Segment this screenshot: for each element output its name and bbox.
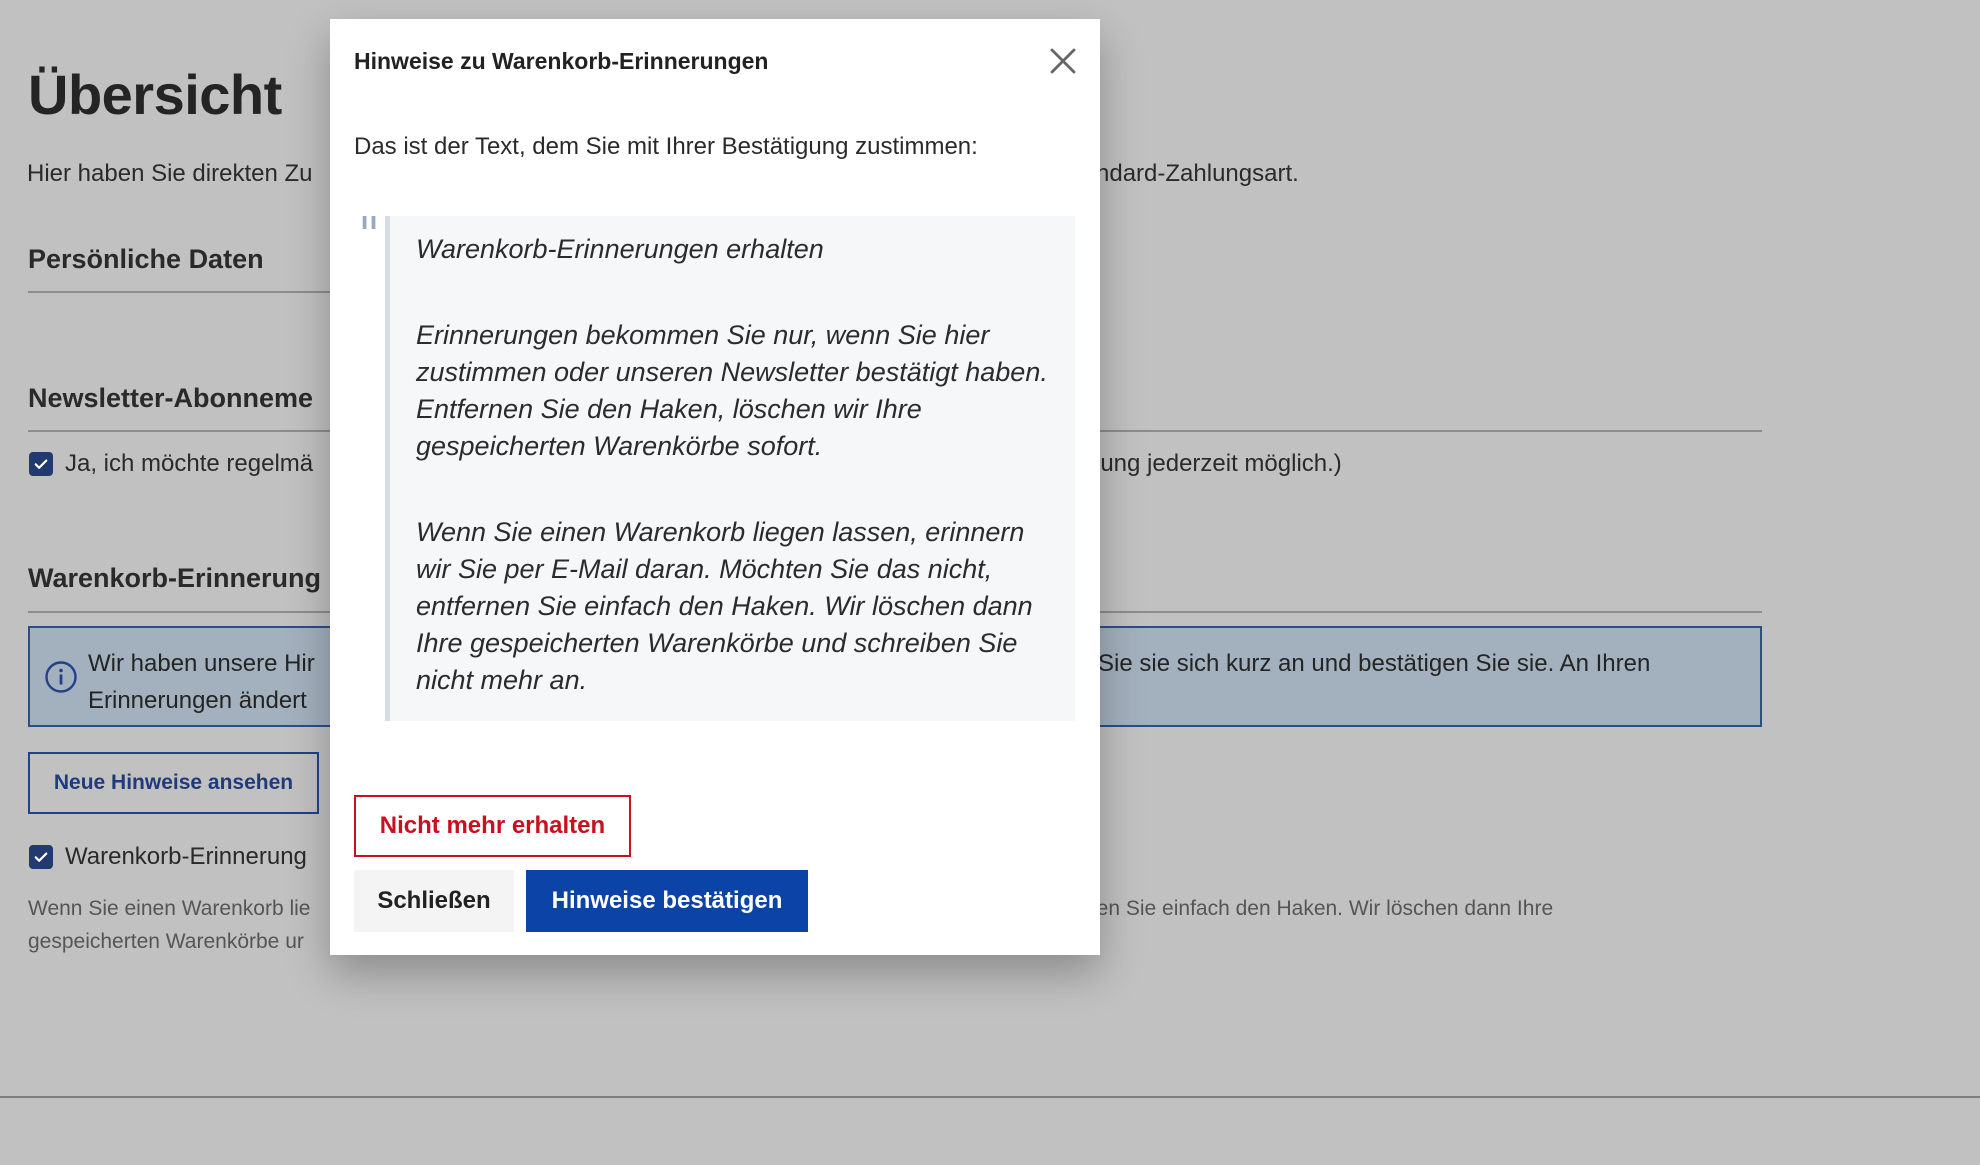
view-new-notes-button[interactable]: Neue Hinweise ansehen (28, 752, 319, 814)
checkmark-icon (34, 459, 48, 469)
close-icon (1050, 48, 1076, 74)
info-banner-line: Erinnerungen ändert (88, 687, 307, 714)
info-banner-text: Wir haben unsere Hir Erinnerungen ändert (88, 645, 315, 719)
checkmark-icon (34, 852, 48, 862)
cart-reminder-description-end: nen Sie einfach den Haken. Wir löschen d… (1085, 897, 1554, 920)
consent-quote: Warenkorb-Erinnerungen erhalten Erinneru… (385, 216, 1075, 721)
confirm-notes-button[interactable]: Hinweise bestätigen (526, 870, 808, 932)
dialog-close-button[interactable] (1045, 43, 1081, 79)
newsletter-checkbox[interactable] (29, 452, 53, 476)
section-newsletter: Newsletter-Abonneme (28, 383, 314, 413)
decline-reminders-button[interactable]: Nicht mehr erhalten (354, 795, 631, 857)
newsletter-checkbox-label: Ja, ich möchte regelmä (65, 450, 314, 477)
page-title: Übersicht (28, 63, 282, 126)
close-dialog-button[interactable]: Schließen (354, 870, 514, 932)
dialog-title: Hinweise zu Warenkorb-Erinnerungen (354, 48, 769, 74)
info-icon (45, 661, 77, 693)
cart-reminder-description: Wenn Sie einen Warenkorb lie gespeichert… (28, 892, 311, 958)
account-overview-page: Übersicht Hier haben Sie direkten Zu nda… (0, 0, 1980, 1165)
description-line: Wenn Sie einen Warenkorb lie (28, 897, 311, 920)
section-divider (28, 291, 338, 293)
description-line: gespeicherten Warenkörbe ur (28, 930, 304, 953)
quote-paragraph: Erinnerungen bekommen Sie nur, wenn Sie … (416, 320, 1048, 461)
page-intro-text-end: ndard-Zahlungsart. (1096, 160, 1299, 187)
page-intro-text: Hier haben Sie direkten Zu (27, 160, 313, 187)
quote-paragraph: Wenn Sie einen Warenkorb liegen lassen, … (416, 517, 1033, 695)
cart-reminder-notes-dialog: Hinweise zu Warenkorb-Erinnerungen Das i… (330, 19, 1100, 955)
section-cart-reminders: Warenkorb-Erinnerung (28, 563, 322, 593)
section-personal-data: Persönliche Daten (28, 244, 264, 274)
quote-icon: " (358, 207, 381, 263)
newsletter-checkbox-label-end: lung jederzeit möglich.) (1095, 450, 1342, 477)
quote-heading: Warenkorb-Erinnerungen erhalten (416, 234, 824, 264)
footer-divider (0, 1096, 1980, 1098)
cart-reminder-checkbox[interactable] (29, 845, 53, 869)
info-banner-text-end: Sie sie sich kurz an und bestätigen Sie … (1098, 650, 1651, 677)
cart-reminder-checkbox-label: Warenkorb-Erinnerung (65, 843, 307, 870)
info-banner-line: Wir haben unsere Hir (88, 650, 315, 677)
dialog-intro-text: Das ist der Text, dem Sie mit Ihrer Best… (354, 133, 978, 160)
